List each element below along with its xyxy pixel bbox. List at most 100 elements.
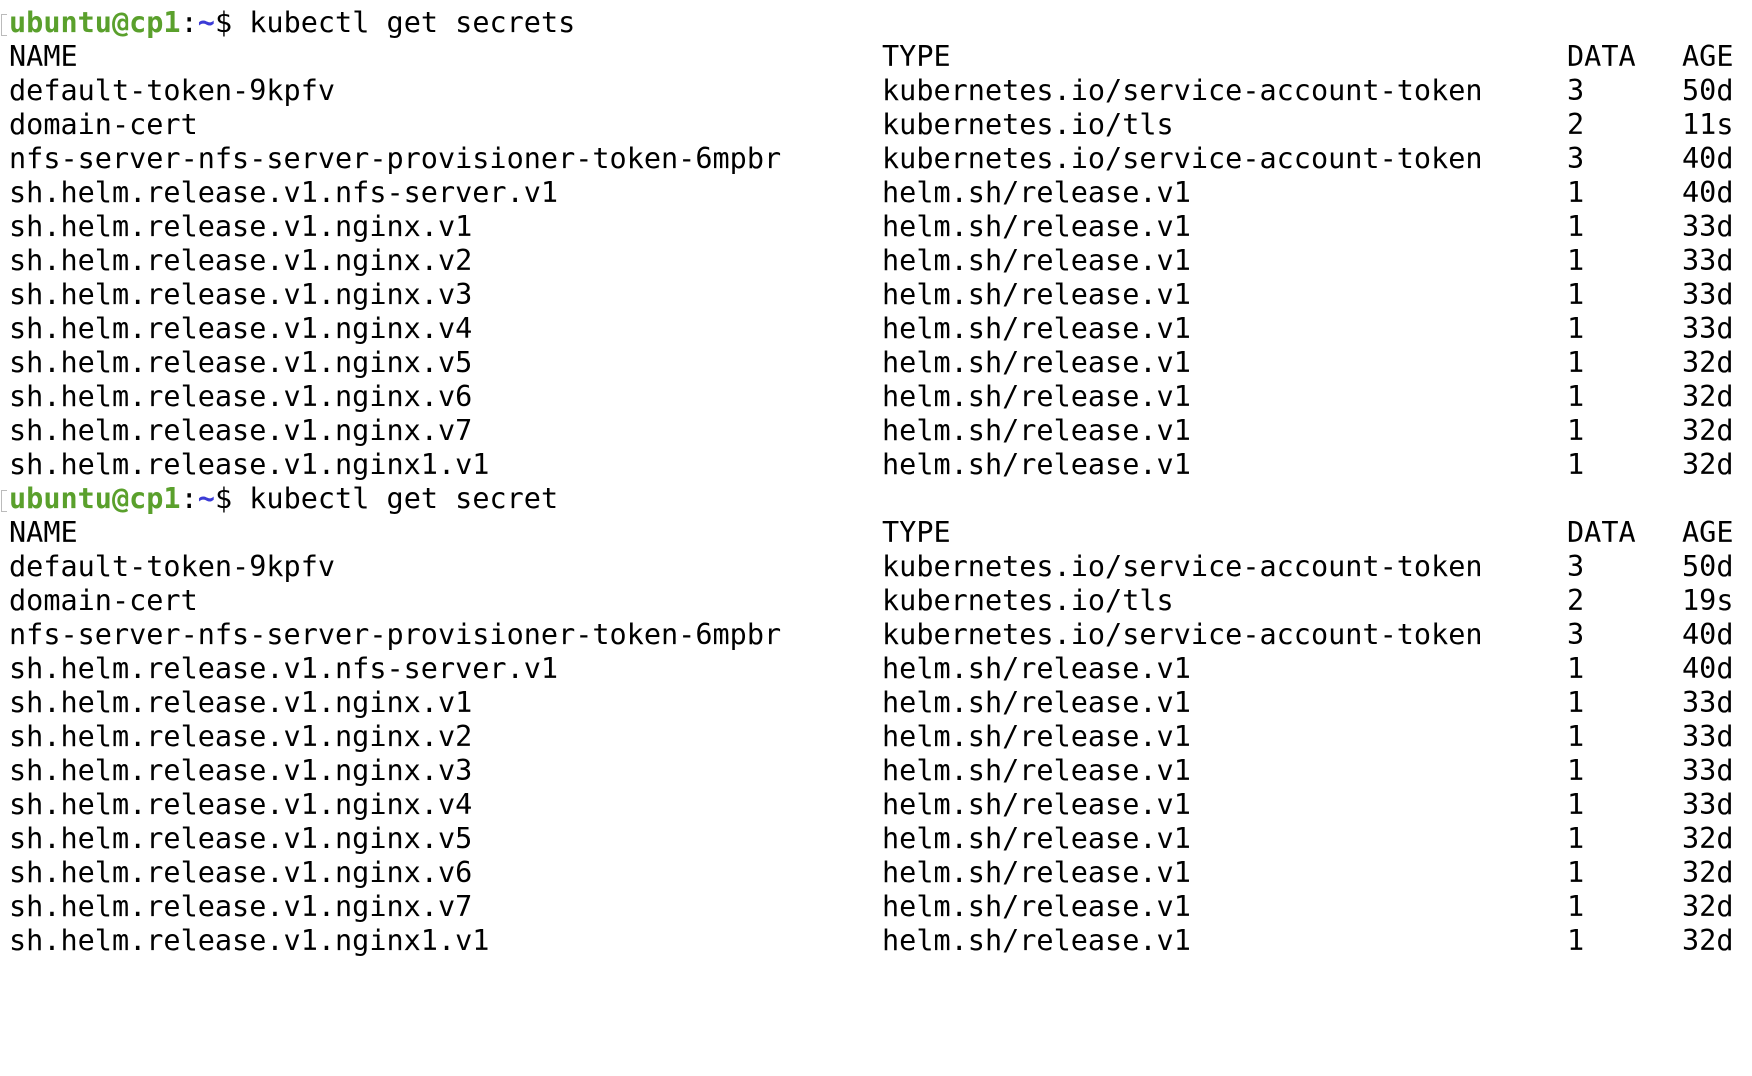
secret-data-count: 1	[1567, 720, 1585, 753]
secret-type: helm.sh/release.v1	[882, 176, 1191, 209]
secret-type: helm.sh/release.v1	[882, 924, 1191, 957]
secret-type: helm.sh/release.v1	[882, 822, 1191, 855]
secret-data-count: 1	[1567, 244, 1585, 277]
secret-age: 40d	[1682, 652, 1734, 685]
command-text: kubectl get secret	[232, 482, 559, 515]
secret-data-count: 1	[1567, 414, 1585, 447]
secret-name: sh.helm.release.v1.nginx1.v1	[9, 924, 490, 957]
table-row: domain-cert kubernetes.io/tls 2 11s	[9, 108, 1745, 142]
secret-name: sh.helm.release.v1.nginx.v6	[9, 856, 473, 889]
secret-data-count: 1	[1567, 448, 1585, 481]
secret-type: helm.sh/release.v1	[882, 380, 1191, 413]
secret-type: kubernetes.io/service-account-token	[882, 618, 1483, 651]
table-row: nfs-server-nfs-server-provisioner-token-…	[9, 618, 1745, 652]
table-header: NAME TYPE DATA AGE	[9, 40, 1745, 74]
table-row: sh.helm.release.v1.nginx.v6 helm.sh/relea…	[9, 856, 1745, 890]
table-row: sh.helm.release.v1.nginx.v2 helm.sh/relea…	[9, 244, 1745, 278]
line-marker-icon	[1, 14, 7, 36]
secret-age: 33d	[1682, 244, 1734, 277]
secret-name: sh.helm.release.v1.nginx.v1	[9, 686, 473, 719]
table-row: sh.helm.release.v1.nfs-server.v1 helm.sh/…	[9, 176, 1745, 210]
secret-age: 40d	[1682, 618, 1734, 651]
secret-age: 32d	[1682, 414, 1734, 447]
header-name: NAME	[9, 40, 78, 73]
secret-type: helm.sh/release.v1	[882, 720, 1191, 753]
secret-name: domain-cert	[9, 584, 198, 617]
command-text: kubectl get secrets	[232, 6, 576, 39]
secret-data-count: 1	[1567, 924, 1585, 957]
secret-age: 33d	[1682, 686, 1734, 719]
secret-name: nfs-server-nfs-server-provisioner-token-…	[9, 618, 782, 651]
secret-type: helm.sh/release.v1	[882, 788, 1191, 821]
secret-age: 32d	[1682, 856, 1734, 889]
table-row: nfs-server-nfs-server-provisioner-token-…	[9, 142, 1745, 176]
secret-name: sh.helm.release.v1.nginx.v5	[9, 822, 473, 855]
secret-type: helm.sh/release.v1	[882, 686, 1191, 719]
table-row: sh.helm.release.v1.nginx.v1 helm.sh/relea…	[9, 686, 1745, 720]
secret-name: sh.helm.release.v1.nginx.v3	[9, 278, 473, 311]
secret-data-count: 3	[1567, 618, 1585, 651]
secret-age: 32d	[1682, 890, 1734, 923]
secret-type: helm.sh/release.v1	[882, 414, 1191, 447]
header-data: DATA	[1567, 40, 1636, 73]
secret-data-count: 1	[1567, 788, 1585, 821]
secret-age: 33d	[1682, 788, 1734, 821]
prompt-user-host: ubuntu@cp1	[9, 482, 181, 515]
table-row: domain-cert kubernetes.io/tls 2 19s	[9, 584, 1745, 618]
secret-age: 40d	[1682, 176, 1734, 209]
secret-data-count: 2	[1567, 584, 1585, 617]
secret-name: sh.helm.release.v1.nfs-server.v1	[9, 176, 559, 209]
secret-type: helm.sh/release.v1	[882, 278, 1191, 311]
secret-age: 33d	[1682, 278, 1734, 311]
table-row: default-token-9kpfv kubernetes.io/service…	[9, 550, 1745, 584]
prompt-line: ubuntu@cp1:~$ kubectl get secret	[1, 482, 1745, 516]
secret-data-count: 2	[1567, 108, 1585, 141]
table-row: sh.helm.release.v1.nginx1.v1 helm.sh/rele…	[9, 924, 1745, 958]
prompt-sign: $	[214, 482, 233, 515]
header-data: DATA	[1567, 516, 1636, 549]
terminal-output[interactable]: ubuntu@cp1:~$ kubectl get secrets NAME TYP…	[1, 6, 1745, 958]
secret-name: sh.helm.release.v1.nfs-server.v1	[9, 652, 559, 685]
secret-type: helm.sh/release.v1	[882, 346, 1191, 379]
secret-name: sh.helm.release.v1.nginx.v4	[9, 788, 473, 821]
header-name: NAME	[9, 516, 78, 549]
table-row: sh.helm.release.v1.nginx.v4 helm.sh/relea…	[9, 788, 1745, 822]
secret-data-count: 1	[1567, 856, 1585, 889]
header-age: AGE	[1682, 40, 1734, 73]
secret-name: sh.helm.release.v1.nginx.v2	[9, 244, 473, 277]
header-age: AGE	[1682, 516, 1734, 549]
secret-type: kubernetes.io/service-account-token	[882, 142, 1483, 175]
prompt-user-host: ubuntu@cp1	[9, 6, 181, 39]
secret-type: kubernetes.io/tls	[882, 584, 1174, 617]
secret-age: 11s	[1682, 108, 1734, 141]
secret-name: sh.helm.release.v1.nginx.v5	[9, 346, 473, 379]
secret-data-count: 1	[1567, 176, 1585, 209]
secret-age: 32d	[1682, 448, 1734, 481]
line-marker-icon	[1, 490, 7, 512]
secret-type: helm.sh/release.v1	[882, 856, 1191, 889]
secret-age: 32d	[1682, 924, 1734, 957]
secret-type: helm.sh/release.v1	[882, 652, 1191, 685]
secret-data-count: 1	[1567, 686, 1585, 719]
secret-age: 33d	[1682, 720, 1734, 753]
secret-data-count: 1	[1567, 346, 1585, 379]
secret-name: sh.helm.release.v1.nginx.v1	[9, 210, 473, 243]
secret-type: helm.sh/release.v1	[882, 244, 1191, 277]
table-row: sh.helm.release.v1.nginx.v5 helm.sh/relea…	[9, 822, 1745, 856]
secret-age: 33d	[1682, 312, 1734, 345]
secret-name: default-token-9kpfv	[9, 550, 336, 583]
secret-age: 50d	[1682, 550, 1734, 583]
table-row: sh.helm.release.v1.nfs-server.v1 helm.sh/…	[9, 652, 1745, 686]
table-row: sh.helm.release.v1.nginx1.v1 helm.sh/rele…	[9, 448, 1745, 482]
secret-type: kubernetes.io/tls	[882, 108, 1174, 141]
header-type: TYPE	[882, 40, 951, 73]
secret-age: 33d	[1682, 754, 1734, 787]
secret-type: helm.sh/release.v1	[882, 448, 1191, 481]
secret-age: 32d	[1682, 346, 1734, 379]
secret-data-count: 1	[1567, 380, 1585, 413]
secret-data-count: 1	[1567, 278, 1585, 311]
header-type: TYPE	[882, 516, 951, 549]
secret-data-count: 1	[1567, 210, 1585, 243]
table-row: sh.helm.release.v1.nginx.v2 helm.sh/relea…	[9, 720, 1745, 754]
table-row: sh.helm.release.v1.nginx.v1 helm.sh/relea…	[9, 210, 1745, 244]
